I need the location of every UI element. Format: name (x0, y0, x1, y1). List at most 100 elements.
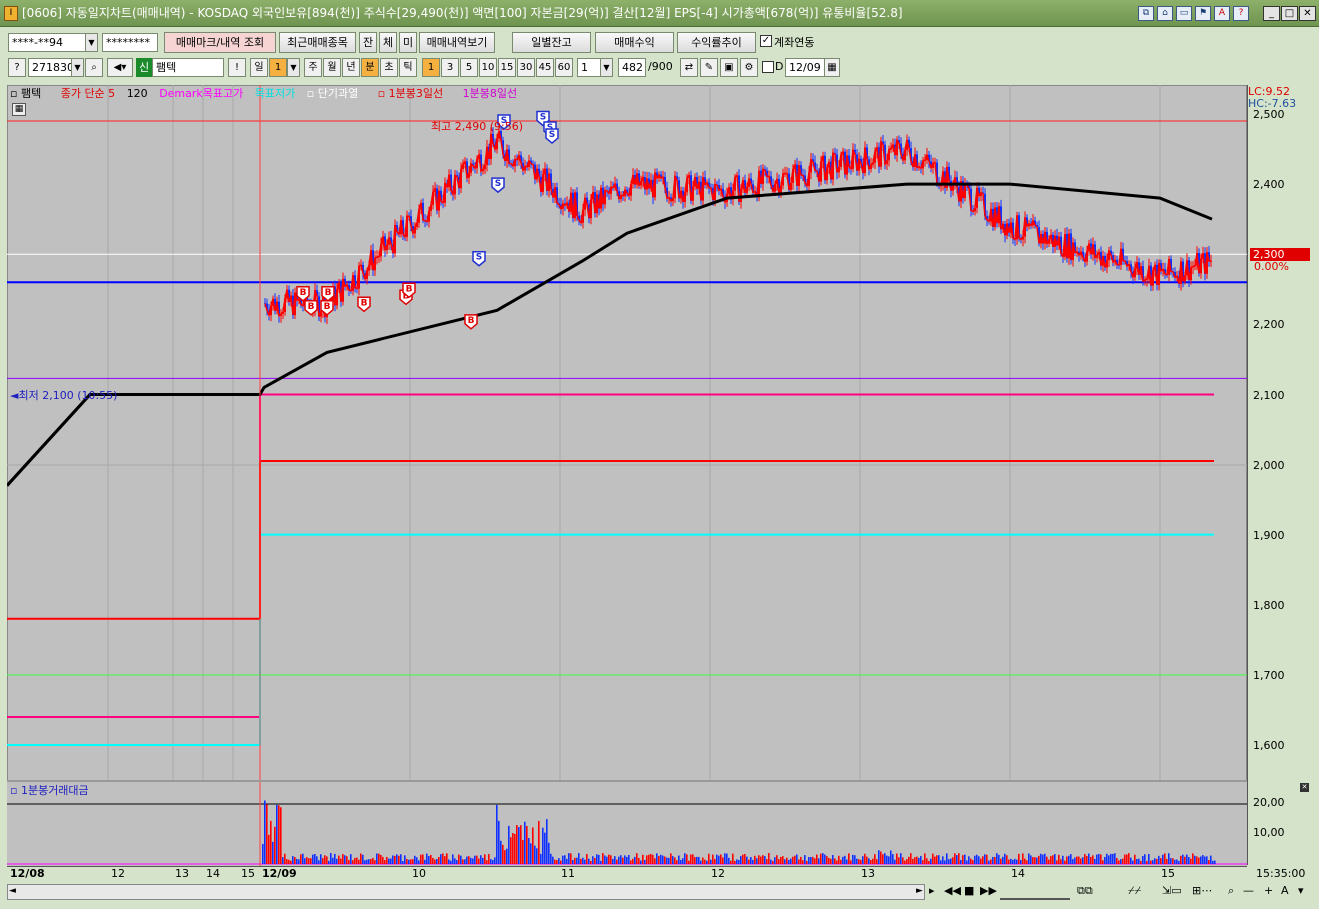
volume-bar (470, 857, 472, 864)
stock-code-input[interactable]: 271830 (28, 58, 72, 77)
maximize-icon[interactable]: □ (1281, 6, 1298, 21)
password-field[interactable]: ******** (102, 33, 158, 52)
custom-period-dropdown-icon[interactable]: ▼ (600, 58, 613, 77)
stock-name-field[interactable]: 팸텍 (152, 58, 224, 77)
volume-bar (1116, 857, 1118, 864)
home-icon[interactable]: ⌂ (1157, 6, 1173, 21)
daily-balance-button[interactable]: 일별잔고 (512, 32, 591, 53)
minute-60-button[interactable]: 60 (555, 58, 573, 77)
scroll-right-icon[interactable]: ► (916, 886, 923, 896)
close-icon[interactable]: ✕ (1299, 6, 1316, 21)
chart-tool-icon[interactable]: ✎ (700, 58, 718, 77)
period-week-button[interactable]: 주 (304, 58, 322, 77)
bar-count-field[interactable]: 482 (618, 58, 646, 77)
volume-bar (852, 854, 854, 864)
magnifier-icon[interactable]: ⌕ (85, 58, 103, 77)
volume-bar (924, 853, 926, 864)
chart-scrollbar[interactable] (7, 884, 925, 900)
trade-history-button[interactable]: 매매내역보기 (419, 32, 495, 53)
volume-bar (1076, 856, 1078, 864)
return-trend-button[interactable]: 수익률추이 (677, 32, 756, 53)
sync-icon[interactable]: ⇄ (680, 58, 698, 77)
trade-profit-button[interactable]: 매매수익 (595, 32, 674, 53)
date-field[interactable]: 12/09 (785, 58, 825, 77)
volume-bar (1170, 858, 1172, 864)
play-icon[interactable]: ▸ (929, 884, 935, 900)
minute-5-button[interactable]: 5 (460, 58, 478, 77)
link-icon[interactable]: ⧉ (1138, 6, 1154, 21)
draw-tools-icon[interactable]: ⇲▭ (1162, 884, 1182, 900)
period-year-button[interactable]: 년 (342, 58, 360, 77)
volume-bar (1132, 860, 1134, 864)
zoom-magnifier-icon[interactable]: ⌕ (1228, 884, 1234, 900)
settings-gear-icon[interactable]: ⚙ (740, 58, 758, 77)
volume-bar (1006, 855, 1008, 864)
volume-bar (1082, 857, 1084, 864)
volume-bar (508, 825, 510, 864)
trade-mark-query-button[interactable]: 매매마크/내역 조회 (164, 32, 276, 53)
volume-bar (704, 859, 706, 864)
volume-bar (432, 857, 434, 864)
volume-bar (510, 837, 512, 864)
exclaim-button[interactable]: ! (228, 58, 246, 77)
period-num-field[interactable]: 1 (269, 58, 287, 77)
crosshair-icon[interactable]: ⌿⌿ (1128, 884, 1141, 900)
che-button[interactable]: 체 (379, 32, 397, 53)
volume-bar (936, 855, 938, 864)
scroll-left-icon[interactable]: ◄ (9, 886, 16, 896)
overlay-icon[interactable]: ⧉⧉ (1077, 884, 1093, 900)
speed-slider[interactable] (1000, 884, 1070, 900)
menu-icon[interactable]: ▾ (1298, 884, 1304, 900)
speaker-icon[interactable]: ◀▾ (107, 58, 133, 77)
save-icon[interactable]: ▣ (720, 58, 738, 77)
volume-bar (734, 860, 736, 864)
period-second-button[interactable]: 초 (380, 58, 398, 77)
minute-3-button[interactable]: 3 (441, 58, 459, 77)
help-icon[interactable]: ? (1233, 6, 1249, 21)
calendar-icon[interactable]: ▦ (824, 58, 840, 77)
stop-icon[interactable]: ■ (964, 884, 974, 900)
volume-bar (888, 856, 890, 864)
minute-30-button[interactable]: 30 (517, 58, 535, 77)
account-link-checkbox[interactable]: ✓ (760, 35, 772, 47)
period-minute-button[interactable]: 분 (361, 58, 379, 77)
minute-15-button[interactable]: 15 (498, 58, 516, 77)
recent-trades-button[interactable]: 최근매매종목 (279, 32, 356, 53)
volume-bar (1010, 858, 1012, 864)
jan-button[interactable]: 잔 (359, 32, 377, 53)
alert-icon[interactable]: A (1214, 6, 1230, 21)
volume-bar (818, 858, 820, 864)
period-month-button[interactable]: 월 (323, 58, 341, 77)
minute-45-button[interactable]: 45 (536, 58, 554, 77)
screen-icon[interactable]: ▭ (1176, 6, 1192, 21)
account-dropdown-icon[interactable]: ▼ (85, 33, 98, 52)
minute-1-button[interactable]: 1 (422, 58, 440, 77)
volume-bar (374, 860, 376, 864)
layout-icon[interactable]: ⊞⋯ (1192, 884, 1212, 900)
forward-icon[interactable]: ▶▶ (980, 884, 997, 900)
code-search-icon[interactable]: ? (8, 58, 26, 77)
volume-bar (726, 853, 728, 864)
current-pct-label: 0.00% (1254, 260, 1289, 273)
minimize-icon[interactable]: _ (1263, 6, 1280, 21)
period-dropdown-icon[interactable]: ▼ (287, 58, 300, 77)
account-field[interactable]: ****-**94 (8, 33, 86, 52)
mi-button[interactable]: 미 (399, 32, 417, 53)
volume-bar (742, 854, 744, 864)
grid-toggle-icon[interactable]: ▦ (12, 103, 26, 116)
minute-10-button[interactable]: 10 (479, 58, 497, 77)
volume-bar (648, 854, 650, 864)
custom-period-field[interactable]: 1 (577, 58, 601, 77)
zoom-out-icon[interactable]: — (1243, 884, 1254, 900)
zoom-in-icon[interactable]: + (1264, 884, 1273, 900)
volume-bar (656, 853, 658, 864)
date-checkbox[interactable] (762, 61, 774, 73)
font-size-icon[interactable]: A (1281, 884, 1289, 900)
panel-close-icon[interactable]: ✕ (1300, 783, 1309, 792)
code-dropdown-icon[interactable]: ▼ (71, 58, 84, 77)
period-tick-button[interactable]: 틱 (399, 58, 417, 77)
volume-bar (414, 855, 416, 864)
flag-icon[interactable]: ⚑ (1195, 6, 1211, 21)
period-day-button[interactable]: 일 (250, 58, 268, 77)
rewind-icon[interactable]: ◀◀ (944, 884, 961, 900)
